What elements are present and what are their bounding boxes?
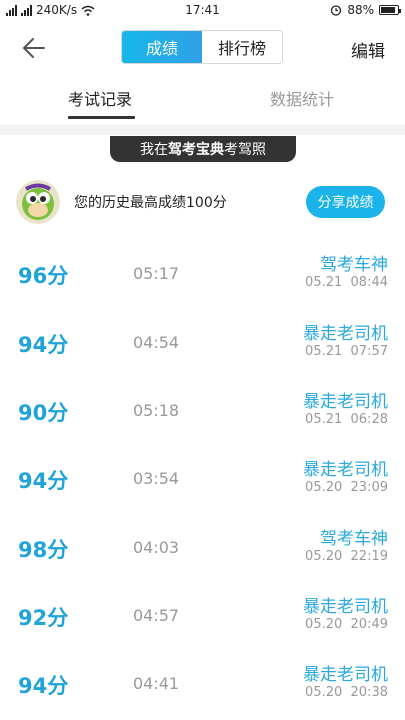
record-score: 94分: [18, 333, 69, 357]
tab-data-statistics[interactable]: 数据统计: [270, 86, 334, 110]
user-summary: 您的历史最高成绩100分 分享成绩: [0, 178, 405, 228]
record-date: 05.21: [305, 412, 343, 427]
section-divider: [0, 125, 405, 135]
record-row[interactable]: 92分 04:57 暴走老司机 05.20 20:49: [0, 584, 405, 652]
tab-leaderboard[interactable]: 排行榜: [202, 31, 282, 63]
record-date: 05.20: [305, 549, 343, 564]
record-datetime: 05.21 07:57: [305, 344, 388, 359]
record-date: 05.21: [305, 275, 343, 290]
record-score: 98分: [18, 538, 69, 562]
record-duration: 04:54: [133, 333, 180, 352]
record-time: 08:44: [350, 275, 388, 290]
battery-percent: 88%: [347, 3, 374, 17]
record-datetime: 05.21 06:28: [305, 412, 388, 427]
record-title: 暴走老司机: [303, 460, 388, 480]
status-bar: 240K/s 17:41 88%: [0, 0, 405, 22]
record-date: 05.20: [305, 685, 343, 700]
brand-banner: 我在 驾考宝典 考驾照: [110, 136, 296, 162]
record-row[interactable]: 96分 05:17 驾考车神 05.21 08:44: [0, 242, 405, 310]
record-score: 92分: [18, 606, 69, 630]
record-time: 07:57: [350, 344, 388, 359]
record-title: 暴走老司机: [303, 597, 388, 617]
tab-indicator: [68, 116, 135, 119]
record-title: 暴走老司机: [303, 392, 388, 412]
sub-tabs: 考试记录 数据统计: [0, 80, 405, 120]
record-row[interactable]: 98分 04:03 驾考车神 05.20 22:19: [0, 516, 405, 584]
avatar[interactable]: [16, 180, 60, 224]
banner-suffix: 考驾照: [224, 142, 266, 158]
record-duration: 04:41: [133, 674, 180, 693]
banner-brand: 驾考宝典: [168, 142, 224, 158]
record-score: 94分: [18, 674, 69, 698]
record-row[interactable]: 90分 05:18 暴走老司机 05.21 06:28: [0, 379, 405, 447]
record-datetime: 05.20 20:38: [305, 685, 388, 700]
edit-button[interactable]: 编辑: [351, 37, 385, 62]
record-time: 23:09: [350, 480, 388, 495]
record-duration: 04:03: [133, 538, 180, 557]
record-title: 暴走老司机: [303, 324, 388, 344]
record-row[interactable]: 94分 03:54 暴走老司机 05.20 23:09: [0, 447, 405, 515]
record-datetime: 05.20 20:49: [305, 617, 388, 632]
segment-control: 成绩 排行榜: [121, 30, 283, 64]
record-score: 90分: [18, 401, 69, 425]
record-date: 05.20: [305, 617, 343, 632]
record-time: 20:38: [350, 685, 388, 700]
tab-exam-records[interactable]: 考试记录: [68, 86, 132, 110]
record-time: 06:28: [350, 412, 388, 427]
banner-prefix: 我在: [140, 142, 168, 158]
share-score-button[interactable]: 分享成绩: [306, 186, 385, 218]
record-score: 94分: [18, 469, 69, 493]
best-score-text: 您的历史最高成绩100分: [74, 195, 227, 211]
battery-icon: [379, 5, 401, 15]
record-row[interactable]: 94分 04:54 暴走老司机 05.21 07:57: [0, 311, 405, 379]
status-right: 88%: [330, 3, 401, 17]
record-date: 05.21: [305, 344, 343, 359]
record-datetime: 05.20 22:19: [305, 549, 388, 564]
record-datetime: 05.21 08:44: [305, 275, 388, 290]
tab-score[interactable]: 成绩: [122, 31, 202, 63]
record-duration: 05:18: [133, 401, 180, 420]
record-duration: 05:17: [133, 264, 180, 283]
header: 成绩 排行榜 编辑: [0, 22, 405, 74]
record-date: 05.20: [305, 480, 343, 495]
record-datetime: 05.20 23:09: [305, 480, 388, 495]
record-time: 22:19: [350, 549, 388, 564]
record-score: 96分: [18, 264, 69, 288]
record-row[interactable]: 94分 04:41 暴走老司机 05.20 20:38: [0, 652, 405, 720]
record-duration: 03:54: [133, 469, 180, 488]
record-title: 驾考车神: [320, 255, 388, 275]
record-time: 20:49: [350, 617, 388, 632]
alarm-icon: [331, 5, 342, 16]
record-duration: 04:57: [133, 606, 180, 625]
record-title: 驾考车神: [320, 529, 388, 549]
record-title: 暴走老司机: [303, 665, 388, 685]
back-arrow-icon[interactable]: [20, 34, 48, 62]
